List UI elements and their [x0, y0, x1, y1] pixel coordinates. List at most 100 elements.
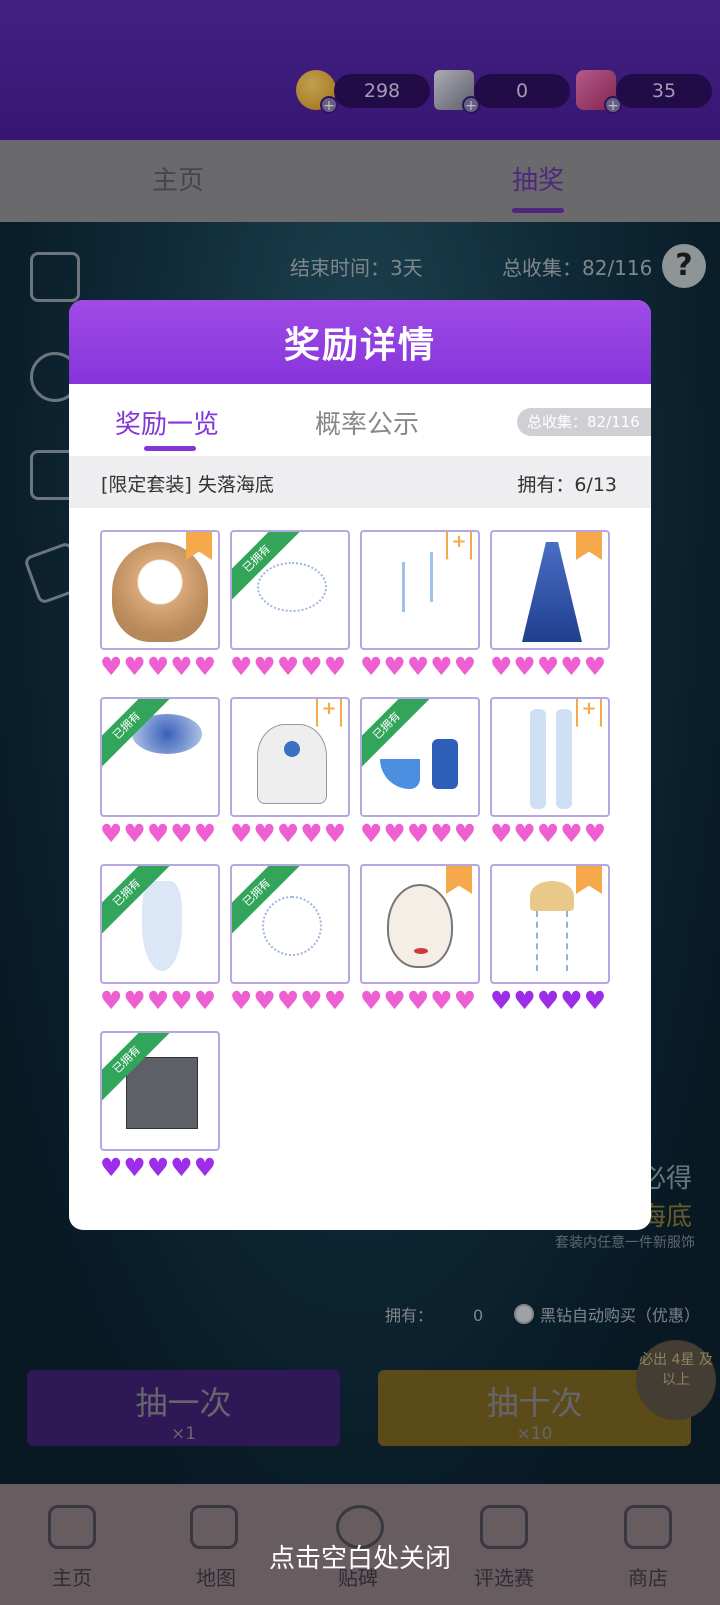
item-image-frame [100, 530, 220, 650]
heart-icon: ♥ [560, 819, 583, 848]
heart-icon: ♥ [430, 819, 453, 848]
heart-icon: ♥ [583, 819, 607, 848]
heart-icon: ♥ [193, 652, 217, 681]
heart-icon: ♥ [100, 1153, 123, 1182]
heart-icon: ♥ [560, 986, 583, 1015]
heart-icon: ♥ [323, 986, 347, 1015]
tab-reward-list[interactable]: 奖励一览 [115, 404, 219, 441]
heart-icon: ♥ [170, 652, 193, 681]
item-image-frame: + [490, 697, 610, 817]
heart-icon: ♥ [513, 819, 536, 848]
heart-icon: ♥ [123, 819, 146, 848]
rarity-hearts: ♥ ♥ ♥ ♥ ♥ [100, 654, 220, 680]
item-image-frame [490, 530, 610, 650]
heart-icon: ♥ [100, 819, 123, 848]
item-image-frame [360, 864, 480, 984]
heart-icon: ♥ [360, 986, 383, 1015]
item-image-frame: + [360, 530, 480, 650]
heart-icon: ♥ [253, 986, 276, 1015]
bookmark-icon [186, 532, 212, 560]
heart-icon: ♥ [170, 1153, 193, 1182]
reward-item-bracelet[interactable]: 已拥有 ♥ ♥ ♥ ♥ ♥ [230, 864, 350, 1014]
reward-item-hair-accessory[interactable]: 已拥有 ♥ ♥ ♥ ♥ ♥ [230, 530, 350, 680]
item-image-frame: 已拥有 [100, 1031, 220, 1151]
reward-item-gloves[interactable]: 已拥有 ♥ ♥ ♥ ♥ ♥ [100, 864, 220, 1014]
rarity-hearts: ♥ ♥ ♥ ♥ ♥ [100, 1155, 220, 1181]
heart-icon: ♥ [300, 986, 323, 1015]
plus-bookmark-icon: + [446, 532, 472, 560]
reward-item-makeup[interactable]: ♥ ♥ ♥ ♥ ♥ [360, 864, 480, 1014]
heart-icon: ♥ [253, 652, 276, 681]
heart-icon: ♥ [146, 1153, 170, 1182]
tab-probability[interactable]: 概率公示 [315, 404, 419, 441]
heart-icon: ♥ [230, 652, 253, 681]
item-image-frame: 已拥有 [230, 530, 350, 650]
heart-icon: ♥ [536, 819, 560, 848]
reward-item-hat[interactable]: 已拥有 ♥ ♥ ♥ ♥ ♥ [100, 697, 220, 847]
heart-icon: ♥ [513, 652, 536, 681]
set-info-bar: [限定套装] 失落海底 拥有：6/13 [69, 456, 651, 508]
heart-icon: ♥ [123, 652, 146, 681]
reward-item-dress[interactable]: ♥ ♥ ♥ ♥ ♥ [490, 530, 610, 680]
heart-icon: ♥ [146, 819, 170, 848]
rarity-hearts: ♥ ♥ ♥ ♥ ♥ [360, 654, 480, 680]
heart-icon: ♥ [453, 652, 477, 681]
modal-tabs: 奖励一览 概率公示 总收集：82/116 [69, 384, 651, 456]
heart-icon: ♥ [360, 652, 383, 681]
heart-icon: ♥ [383, 986, 406, 1015]
heart-icon: ♥ [276, 986, 300, 1015]
heart-icon: ♥ [583, 986, 607, 1015]
heart-icon: ♥ [406, 819, 430, 848]
item-image-frame: 已拥有 [100, 697, 220, 817]
item-image-frame: 已拥有 [230, 864, 350, 984]
set-owned-count: 拥有：6/13 [517, 474, 617, 496]
modal-title: 奖励详情 [283, 325, 436, 366]
heart-icon: ♥ [170, 986, 193, 1015]
heart-icon: ♥ [406, 652, 430, 681]
rarity-hearts: ♥ ♥ ♥ ♥ ♥ [230, 821, 350, 847]
rarity-hearts: ♥ ♥ ♥ ♥ ♥ [490, 821, 610, 847]
heart-icon: ♥ [490, 652, 513, 681]
heart-icon: ♥ [513, 986, 536, 1015]
modal-tab-indicator [144, 446, 196, 451]
heart-icon: ♥ [146, 652, 170, 681]
reward-item-background[interactable]: 已拥有 ♥ ♥ ♥ ♥ ♥ [100, 1031, 220, 1181]
reward-details-modal: 奖励详情 奖励一览 概率公示 总收集：82/116 [限定套装] 失落海底 拥有… [69, 300, 651, 1230]
reward-item-hair[interactable]: ♥ ♥ ♥ ♥ ♥ [100, 530, 220, 680]
heart-icon: ♥ [170, 819, 193, 848]
heart-icon: ♥ [276, 819, 300, 848]
heart-icon: ♥ [453, 986, 477, 1015]
reward-item-earrings[interactable]: + ♥ ♥ ♥ ♥ ♥ [360, 530, 480, 680]
heart-icon: ♥ [146, 986, 170, 1015]
rarity-hearts: ♥ ♥ ♥ ♥ ♥ [490, 988, 610, 1014]
heart-icon: ♥ [276, 652, 300, 681]
item-image-frame [490, 864, 610, 984]
reward-item-shoes[interactable]: 已拥有 ♥ ♥ ♥ ♥ ♥ [360, 697, 480, 847]
heart-icon: ♥ [360, 819, 383, 848]
plus-bookmark-icon: + [576, 699, 602, 727]
rarity-hearts: ♥ ♥ ♥ ♥ ♥ [360, 988, 480, 1014]
heart-icon: ♥ [536, 652, 560, 681]
close-hint: 点击空白处关闭 [268, 1544, 451, 1574]
bookmark-icon [576, 866, 602, 894]
heart-icon: ♥ [453, 819, 477, 848]
rarity-hearts: ♥ ♥ ♥ ♥ ♥ [100, 821, 220, 847]
reward-item-jellyfish-accessory[interactable]: ♥ ♥ ♥ ♥ ♥ [490, 864, 610, 1014]
heart-icon: ♥ [100, 986, 123, 1015]
heart-icon: ♥ [193, 1153, 217, 1182]
heart-icon: ♥ [253, 819, 276, 848]
rarity-hearts: ♥ ♥ ♥ ♥ ♥ [230, 988, 350, 1014]
heart-icon: ♥ [230, 819, 253, 848]
reward-item-necklace[interactable]: + ♥ ♥ ♥ ♥ ♥ [230, 697, 350, 847]
bookmark-icon [576, 532, 602, 560]
heart-icon: ♥ [230, 986, 253, 1015]
heart-icon: ♥ [323, 652, 347, 681]
heart-icon: ♥ [323, 819, 347, 848]
rarity-hearts: ♥ ♥ ♥ ♥ ♥ [490, 654, 610, 680]
set-name: [限定套装] 失落海底 [101, 474, 274, 496]
rarity-hearts: ♥ ♥ ♥ ♥ ♥ [360, 821, 480, 847]
heart-icon: ♥ [193, 819, 217, 848]
heart-icon: ♥ [490, 986, 513, 1015]
heart-icon: ♥ [536, 986, 560, 1015]
reward-item-stockings[interactable]: + ♥ ♥ ♥ ♥ ♥ [490, 697, 610, 847]
